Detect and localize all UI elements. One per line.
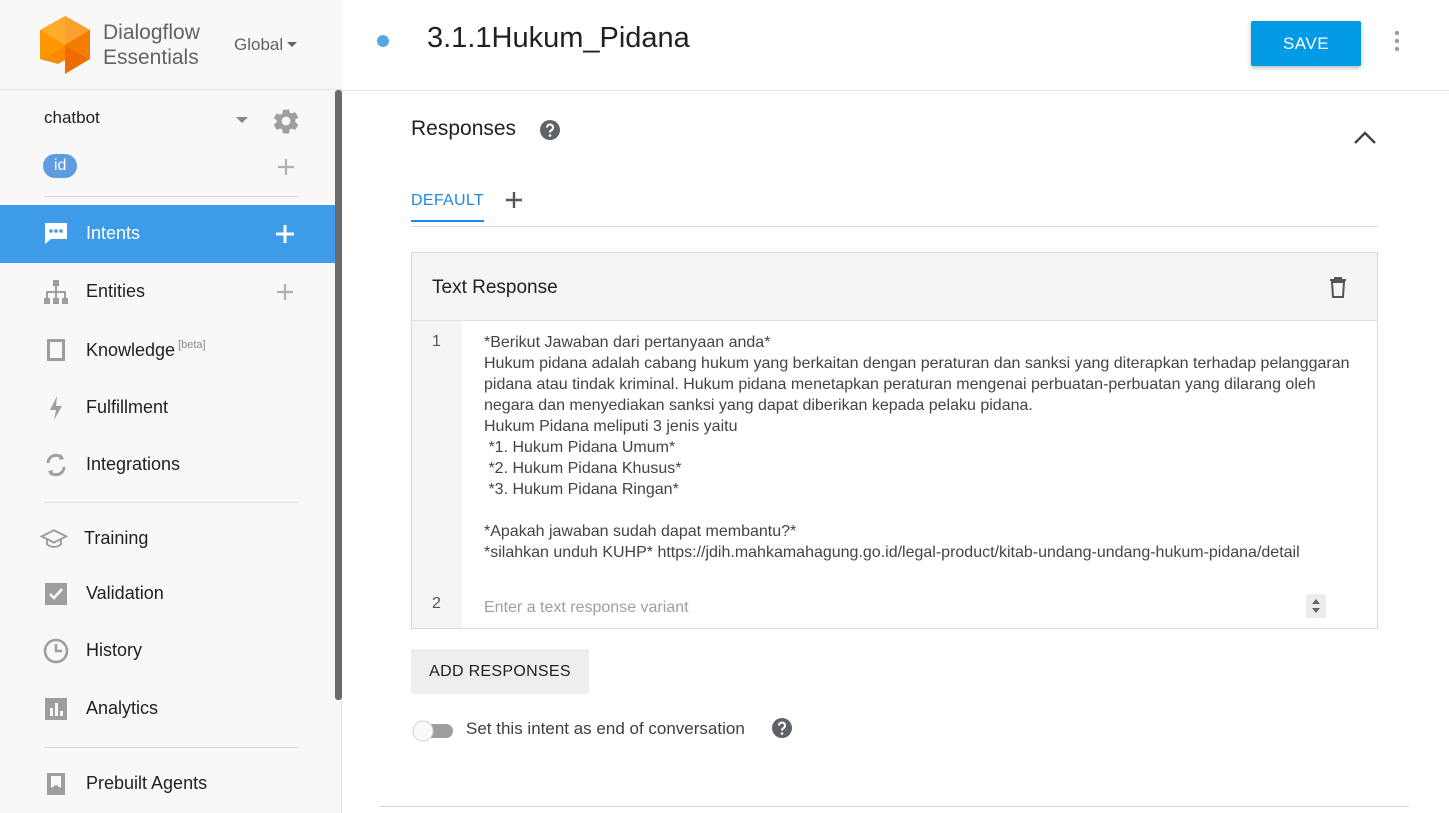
sidebar-item-label: Prebuilt Agents [86,773,208,793]
sidebar-item-intents[interactable]: Intents [0,205,335,263]
end-conversation-toggle[interactable] [411,720,455,742]
sidebar-item-analytics[interactable]: Analytics [0,680,335,738]
chevron-up-icon[interactable] [1352,128,1378,146]
sidebar-item-label: Knowledge [beta] [86,339,206,361]
sync-icon [46,453,66,477]
sidebar-item-validation[interactable]: Validation [0,565,335,623]
text-response-card: Text Response 1 2 *Berikut Jawaban dari … [411,252,1378,629]
section-divider [379,806,1409,807]
card-title: Text Response [432,277,558,298]
sidebar: Dialogflow Essentials Global chatbot id … [0,0,342,813]
stepper-icon[interactable] [1306,594,1326,618]
line-number: 1 [432,333,441,350]
graduation-cap-icon [40,529,68,548]
sidebar-item-training[interactable]: Training [0,510,335,568]
sidebar-item-history[interactable]: History [0,622,335,680]
add-responses-button[interactable]: ADD RESPONSES [411,649,589,694]
sidebar-item-label: Analytics [86,698,159,718]
sidebar-item-prebuilt-agents[interactable]: Prebuilt Agents [0,755,335,813]
bar-chart-icon [45,698,67,720]
sidebar-item-label: Entities [86,281,146,301]
product-name: Dialogflow Essentials [103,20,200,70]
sidebar-item-label: History [86,640,143,660]
agent-book-icon [47,773,65,795]
text-response-variant[interactable]: *Berikut Jawaban dari pertanyaan anda* H… [484,332,1354,563]
help-icon[interactable] [771,717,793,739]
sidebar-item-label: Validation [86,583,164,603]
card-header: Text Response [412,253,1377,321]
sidebar-scrollbar[interactable] [335,90,342,700]
sidebar-item-fulfillment[interactable]: Fulfillment [0,379,335,437]
intent-name[interactable]: 3.1.1Hukum_Pidana [427,22,690,55]
end-conversation-label: Set this intent as end of conversation [466,719,745,738]
sidebar-item-label: Training [84,528,149,548]
add-tab-plus-icon[interactable] [504,190,524,210]
beta-badge: [beta] [178,339,206,351]
help-icon[interactable] [539,119,561,141]
region-dropdown[interactable]: Global [234,35,298,55]
sidebar-item-label: Fulfillment [86,397,169,417]
product-name-line1: Dialogflow [103,21,200,44]
sidebar-item-label: Integrations [86,454,181,474]
chat-icon [45,223,67,244]
brand-header: Dialogflow Essentials Global [0,0,342,90]
gear-icon[interactable] [271,106,301,136]
line-number: 2 [432,595,441,612]
sidebar-item-knowledge[interactable]: Knowledge [beta] [0,321,335,379]
line-number-gutter: 1 2 [412,321,462,628]
caret-down-icon[interactable] [236,117,248,123]
add-language-plus-icon[interactable] [275,156,297,178]
agent-selector[interactable]: chatbot [0,100,320,140]
tabs-divider [411,226,1378,227]
clock-icon [43,638,69,664]
tab-default[interactable]: DEFAULT [411,192,484,222]
divider [44,747,298,748]
section-title: Responses [411,117,517,140]
intent-header: 3.1.1Hukum_Pidana SAVE [342,0,1449,91]
dialogflow-logo-icon[interactable] [40,16,90,74]
agent-name: chatbot [44,108,100,127]
sidebar-item-integrations[interactable]: Integrations [0,436,335,494]
unsaved-indicator-dot [377,35,389,47]
divider [44,502,298,503]
bolt-icon [50,396,62,420]
sidebar-item-label: Intents [86,223,141,243]
add-intent-plus-icon[interactable] [274,223,296,245]
caret-down-icon [287,42,298,47]
sidebar-item-entities[interactable]: Entities [0,263,335,321]
region-label: Global [234,35,284,54]
hierarchy-icon [44,280,68,304]
product-name-line2: Essentials [103,46,199,69]
book-icon [47,339,65,361]
checkbox-icon [45,583,67,605]
more-vert-icon[interactable] [1391,29,1403,53]
add-entity-plus-icon[interactable] [274,281,296,303]
text-response-input[interactable] [484,596,1284,620]
save-button[interactable]: SAVE [1251,21,1361,66]
divider [44,196,298,197]
trash-icon[interactable] [1327,275,1349,299]
knowledge-label-text: Knowledge [86,340,176,360]
language-badge[interactable]: id [43,154,78,178]
